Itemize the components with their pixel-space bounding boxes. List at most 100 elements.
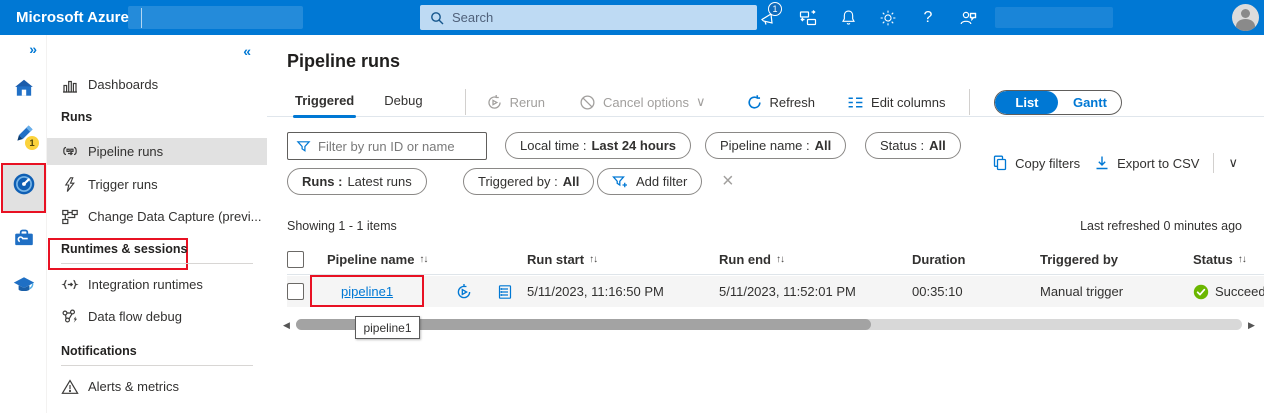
monitor-menu: « Dashboards Runs Pipeline runs Trigger … [47,35,267,413]
menu-item-data-flow-debug[interactable]: Data flow debug [47,303,267,330]
edit-columns-label: Edit columns [871,94,946,110]
menu-collapse-chevron[interactable]: « [243,43,251,59]
rail-expand-chevron[interactable]: » [29,41,37,57]
search-icon [430,11,444,25]
menu-item-alerts-metrics[interactable]: Alerts & metrics [47,373,267,400]
toolbar: Triggered Debug Rerun Cancel options ∨ R… [287,87,1264,118]
rerun-button[interactable]: Rerun [486,94,545,111]
pill-label: Triggered by : [478,174,558,189]
view-toggle-gantt[interactable]: Gantt [1058,91,1121,114]
last-refreshed-text: Last refreshed 0 minutes ago [1080,219,1242,233]
sort-icon[interactable]: ↑↓ [589,254,598,265]
help-icon[interactable]: ? [908,0,948,35]
tab-triggered[interactable]: Triggered [287,89,362,118]
clear-filters-icon[interactable]: × [722,171,734,191]
gear-icon[interactable] [868,0,908,35]
table-row[interactable]: pipeline1 5/11/2023, 11:16:50 PM 5/11/20… [287,276,1264,307]
menu-divider [61,263,253,264]
col-run-end[interactable]: Run end [719,252,771,267]
learning-cap-icon[interactable] [0,273,47,297]
row-checkbox[interactable] [287,283,304,300]
pill-label: Runs : [302,174,343,189]
more-actions-chevron-icon[interactable]: ∨ [1228,155,1238,171]
scroll-right-icon[interactable]: ▶ [1248,320,1255,331]
menu-item-trigger-runs[interactable]: Trigger runs [47,171,267,198]
cell-status: Succeeded [1215,284,1264,299]
col-status[interactable]: Status [1193,252,1233,267]
filter-pill-status[interactable]: Status : All [865,132,961,159]
run-filter-input[interactable] [287,132,487,160]
edit-columns-button[interactable]: Edit columns [847,94,945,111]
bell-icon[interactable] [828,0,868,35]
menu-label: Data flow debug [88,309,182,324]
select-all-checkbox[interactable] [287,251,304,268]
menu-item-pipeline-runs[interactable]: Pipeline runs [47,138,267,270]
pill-value: All [814,138,832,153]
menu-label: Alerts & metrics [88,379,180,394]
sort-icon[interactable]: ↑↓ [419,254,428,265]
refresh-icon [746,94,763,111]
rerun-row-icon[interactable] [455,283,473,301]
author-badge: 1 [25,136,39,150]
filter-pill-triggered-by[interactable]: Triggered by : All [463,168,595,195]
view-toggle-list[interactable]: List [995,90,1059,114]
table-actions: Copy filters Export to CSV ∨ [992,153,1238,173]
filter-pill-runs[interactable]: Runs : Latest runs [287,168,427,195]
azure-brand[interactable]: Microsoft Azure [16,9,129,26]
export-csv-button[interactable]: Export to CSV [1094,155,1199,171]
notification-badge: 1 [768,2,782,16]
toolbar-divider [969,89,971,115]
avatar-body [1236,19,1255,31]
integration-runtimes-icon [61,276,79,294]
tab-debug[interactable]: Debug [376,89,430,116]
sort-icon[interactable]: ↑↓ [776,254,785,265]
account-avatar[interactable] [1232,4,1259,31]
scroll-left-icon[interactable]: ◀ [283,320,290,331]
col-triggered-by[interactable]: Triggered by [1040,252,1118,267]
col-duration[interactable]: Duration [912,252,965,267]
menu-item-dashboards[interactable]: Dashboards [47,71,267,98]
rerun-icon [486,94,503,111]
col-run-start[interactable]: Run start [527,252,584,267]
global-search-input[interactable]: Search [420,5,757,30]
download-icon [1094,155,1110,171]
menu-label: Integration runtimes [88,277,203,292]
azure-data-factory-monitor-page: Microsoft Azure Search 1 ? » 1 « Dashboa… [0,0,1264,413]
trigger-runs-icon [61,176,79,194]
pill-label: Status : [880,138,925,153]
refresh-button[interactable]: Refresh [746,94,815,111]
cell-triggered-by: Manual trigger [1040,284,1124,299]
dashboards-icon [61,76,79,94]
add-filter-button[interactable]: Add filter [597,168,703,195]
sort-icon[interactable]: ↑↓ [1238,254,1247,265]
filter-pill-pipeline-name[interactable]: Pipeline name : All [705,132,847,159]
items-count-text: Showing 1 - 1 items [287,219,397,233]
home-icon[interactable] [0,77,47,99]
col-pipeline-name[interactable]: Pipeline name [327,252,414,267]
cancel-options-button[interactable]: Cancel options ∨ [579,94,706,111]
feedback-icon[interactable] [948,0,988,35]
switch-factory-icon[interactable] [788,0,828,35]
avatar-head [1241,9,1250,18]
pill-value: All [562,174,580,189]
author-pencil-icon[interactable]: 1 [0,123,47,150]
edit-columns-icon [847,94,864,111]
copy-filters-button[interactable]: Copy filters [992,155,1080,171]
announcements-icon[interactable]: 1 [748,0,788,35]
consumption-report-icon[interactable] [497,284,513,300]
pipeline1-callout-box [310,275,424,307]
alerts-warning-icon [61,378,79,396]
cell-run-start: 5/11/2023, 11:16:50 PM [527,284,664,299]
manage-toolbox-icon[interactable] [0,227,47,249]
menu-item-change-data-capture[interactable]: Change Data Capture (previ... [47,203,267,230]
filter-funnel-icon [296,139,311,154]
menu-item-integration-runtimes[interactable]: Integration runtimes [47,271,267,298]
row-action-icons [455,283,513,301]
run-filter-text[interactable] [318,138,468,154]
scrollbar-track[interactable] [296,319,1242,330]
monitor-callout-box [1,163,46,213]
filter-pill-local-time[interactable]: Local time : Last 24 hours [505,132,692,159]
pill-value: Last 24 hours [591,138,677,153]
export-csv-label: Export to CSV [1117,155,1200,171]
add-filter-funnel-icon [612,174,628,190]
